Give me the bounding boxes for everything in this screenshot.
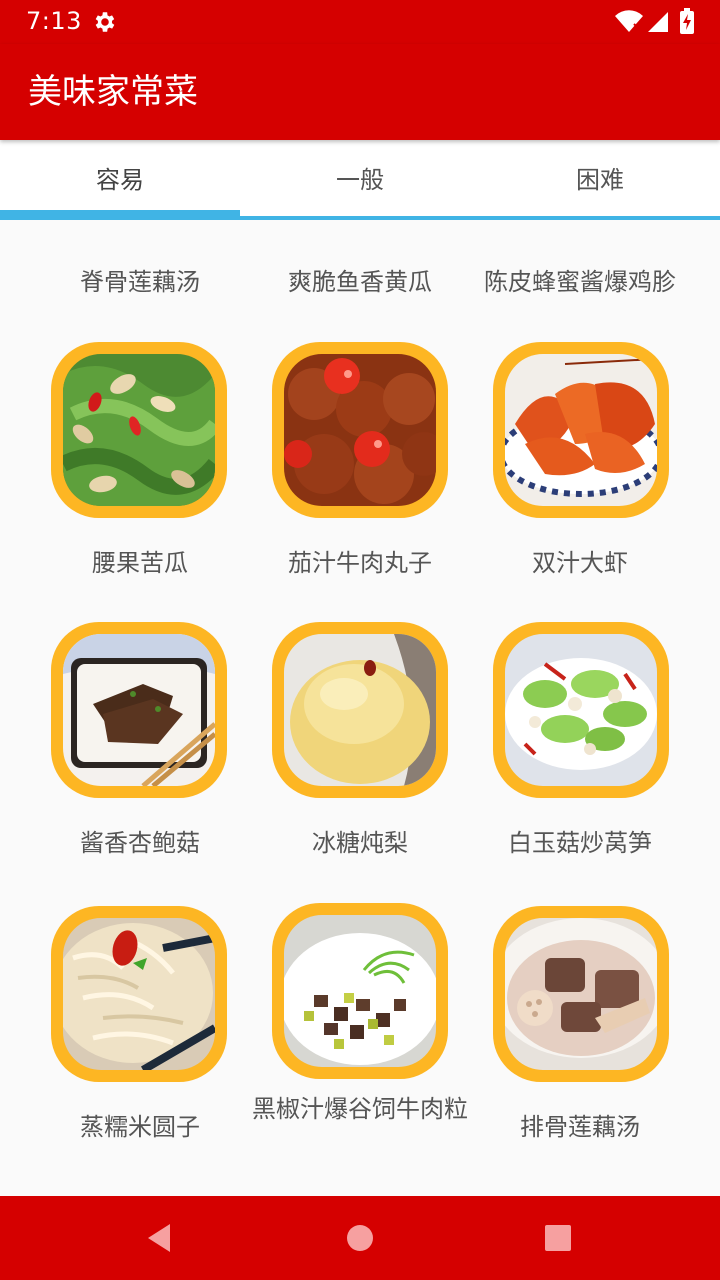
dish-card[interactable] [493,342,669,518]
system-navigation-bar [0,1196,720,1280]
tab-bar: 容易 一般 困难 [0,140,720,220]
dish-name[interactable]: 陈皮蜂蜜酱爆鸡胗 [460,264,700,300]
dish-card[interactable] [51,622,227,798]
dish-card[interactable] [51,906,227,1082]
sticky-rice-balls-photo [63,918,215,1070]
tomato-beef-balls-photo [284,354,436,506]
dish-name[interactable]: 黑椒汁爆谷饲牛肉粒 [240,1091,480,1127]
dish-card[interactable] [493,622,669,798]
king-oyster-mushroom-photo [63,634,215,786]
shrimp-photo [505,354,657,506]
dish-name[interactable]: 白玉菇炒莴笋 [460,825,700,861]
status-time: 7:13 [26,7,82,35]
wifi-icon [615,10,643,32]
battery-charging-icon [680,8,694,34]
recents-icon[interactable] [536,1216,580,1260]
dish-name[interactable]: 排骨莲藕汤 [460,1109,700,1145]
app-title: 美味家常菜 [28,72,198,112]
dish-name[interactable]: 爽脆鱼香黄瓜 [240,264,480,300]
bitter-melon-cashew-photo [63,354,215,506]
back-icon[interactable] [138,1216,182,1260]
tab-selected-indicator [0,210,240,218]
dish-name[interactable]: 脊骨莲藕汤 [20,264,260,300]
rib-lotus-soup-photo [505,918,657,1070]
cell-signal-icon [648,12,668,32]
dish-name[interactable]: 腰果苦瓜 [20,545,260,581]
black-pepper-beef-photo [284,915,436,1067]
dish-card[interactable] [493,906,669,1082]
tab-medium[interactable]: 一般 [240,140,480,220]
stewed-pear-photo [284,634,436,786]
dish-card[interactable] [272,903,448,1079]
dish-card[interactable] [51,342,227,518]
settings-gear-icon [95,12,115,32]
dish-name[interactable]: 蒸糯米圆子 [20,1109,260,1145]
dish-name[interactable]: 冰糖炖梨 [240,825,480,861]
mushroom-lettuce-photo [505,634,657,786]
home-icon[interactable] [338,1216,382,1260]
dish-name[interactable]: 酱香杏鲍菇 [20,825,260,861]
dish-name[interactable]: 茄汁牛肉丸子 [240,545,480,581]
dish-card[interactable] [272,342,448,518]
dish-card[interactable] [272,622,448,798]
tab-easy[interactable]: 容易 [0,140,240,220]
dish-name[interactable]: 双汁大虾 [460,545,700,581]
app-bar: 美味家常菜 [0,44,720,140]
status-bar: 7:13 [0,0,720,44]
tab-hard[interactable]: 困难 [480,140,720,220]
